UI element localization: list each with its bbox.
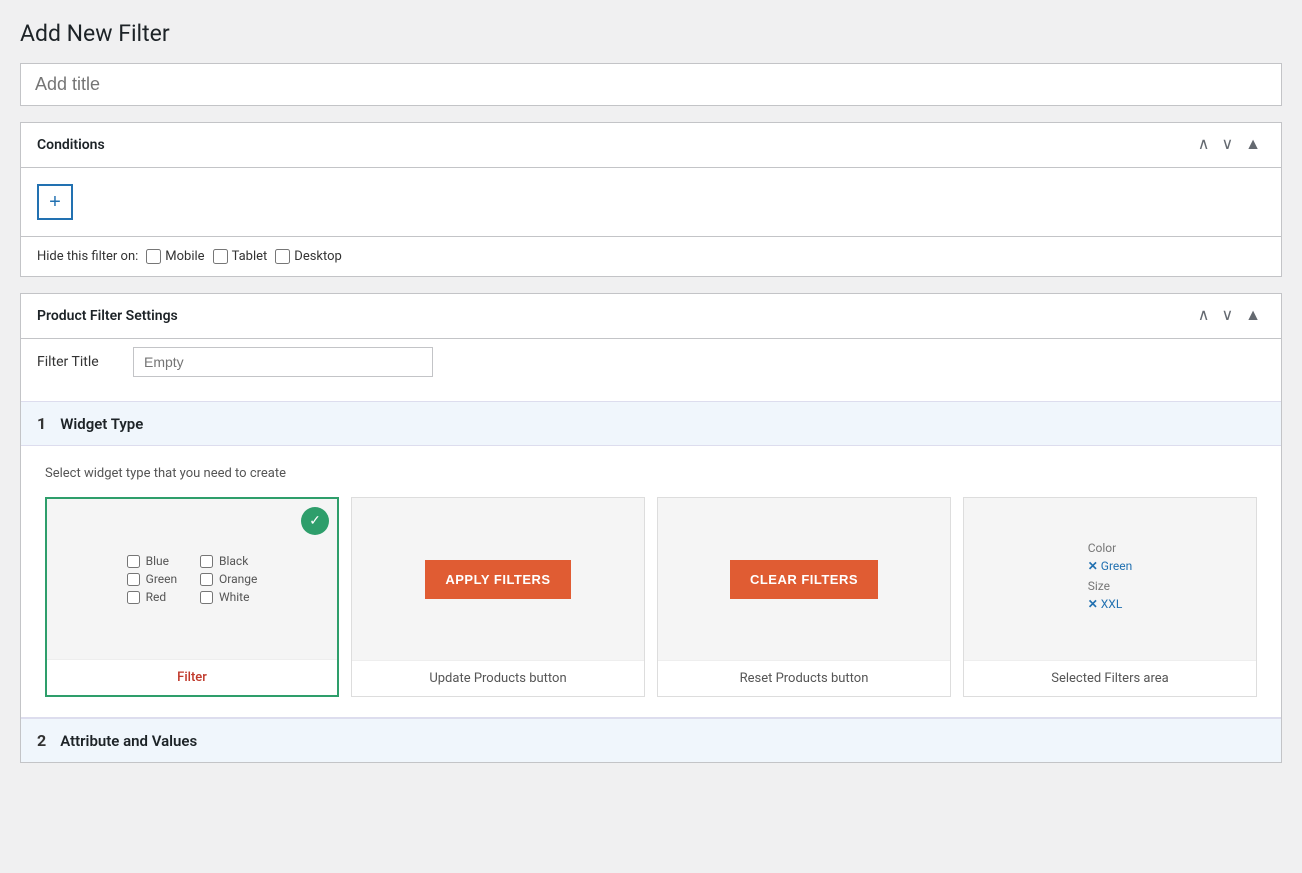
tablet-checkbox-label[interactable]: Tablet [213,249,268,264]
widget-type-number: 1 [37,414,46,433]
filter-item-blue: Blue [127,554,184,568]
conditions-collapse-triangle[interactable]: ▲ [1241,135,1265,155]
selected-filters-preview: Color ✕ Green Size ✕ XXL [964,498,1256,660]
page-title: Add New Filter [20,20,1282,47]
selected-filters-content: Color ✕ Green Size ✕ XXL [1088,541,1133,617]
product-filter-controls: ∧ ∨ ▲ [1194,306,1265,326]
product-filter-collapse-up[interactable]: ∧ [1194,306,1214,326]
filter-card-label: Filter [47,659,337,695]
filter-item-black: Black [200,554,257,568]
conditions-collapse-up[interactable]: ∧ [1194,135,1214,155]
hide-filter-label: Hide this filter on: [37,249,138,264]
selected-checkmark: ✓ [301,507,329,535]
product-filter-collapse-triangle[interactable]: ▲ [1241,306,1265,326]
preview-label-black: Black [219,554,248,568]
update-products-label: Update Products button [352,660,644,696]
mobile-checkbox[interactable] [146,249,161,264]
product-filter-section: Product Filter Settings ∧ ∨ ▲ Filter Tit… [20,293,1282,763]
widget-type-hint: Select widget type that you need to crea… [45,466,1257,481]
desktop-checkbox-label[interactable]: Desktop [275,249,342,264]
product-filter-header: Product Filter Settings ∧ ∨ ▲ [21,294,1281,339]
conditions-collapse-down[interactable]: ∨ [1217,135,1237,155]
mobile-checkbox-label[interactable]: Mobile [146,249,204,264]
widget-cards-grid: ✓ Blue Black [45,497,1257,697]
filter-item-orange: Orange [200,572,257,586]
conditions-header: Conditions ∧ ∨ ▲ [21,123,1281,168]
conditions-title: Conditions [37,137,105,153]
product-filter-title: Product Filter Settings [37,308,178,324]
xxl-tag-label: XXL [1101,597,1123,611]
selected-filters-label: Selected Filters area [964,660,1256,696]
preview-checkbox-white [200,591,213,604]
green-x-icon: ✕ [1088,559,1098,573]
clear-filters-preview-btn: CLEAR FILTERS [730,560,878,599]
tablet-checkbox[interactable] [213,249,228,264]
mobile-label: Mobile [165,249,204,264]
xxl-tag: ✕ XXL [1088,597,1133,611]
reset-products-preview: CLEAR FILTERS [658,498,950,660]
attribute-section-number: 2 [37,731,46,750]
conditions-controls: ∧ ∨ ▲ [1194,135,1265,155]
preview-label-white: White [219,590,249,604]
filter-title-input[interactable] [133,347,433,377]
desktop-checkbox[interactable] [275,249,290,264]
filter-card-preview: Blue Black Green [47,499,337,659]
add-title-input[interactable] [20,63,1282,106]
reset-products-label: Reset Products button [658,660,950,696]
hide-filter-row: Hide this filter on: Mobile Tablet Deskt… [21,236,1281,276]
widget-card-update-products[interactable]: APPLY FILTERS Update Products button [351,497,645,697]
product-filter-collapse-down[interactable]: ∨ [1217,306,1237,326]
conditions-section: Conditions ∧ ∨ ▲ + Hide this filter on: … [20,122,1282,277]
green-tag-label: Green [1101,559,1132,573]
preview-checkbox-blue [127,555,140,568]
widget-card-filter[interactable]: ✓ Blue Black [45,497,339,697]
size-group-label: Size [1088,579,1133,593]
update-products-preview: APPLY FILTERS [352,498,644,660]
widget-card-reset-products[interactable]: CLEAR FILTERS Reset Products button [657,497,951,697]
widget-type-title: Widget Type [60,415,143,433]
apply-filters-preview-btn: APPLY FILTERS [425,560,570,599]
add-condition-button[interactable]: + [37,184,73,220]
widget-type-header: 1 Widget Type [21,401,1281,446]
preview-checkbox-orange [200,573,213,586]
conditions-body: + [21,168,1281,236]
attribute-section-title: Attribute and Values [60,732,197,750]
widget-card-selected-filters[interactable]: Color ✕ Green Size ✕ XXL Sel [963,497,1257,697]
attribute-section-header: 2 Attribute and Values [21,717,1281,762]
color-group-label: Color [1088,541,1133,555]
filter-title-row: Filter Title [21,339,1281,385]
filter-item-green: Green [127,572,184,586]
preview-label-red: Red [146,590,167,604]
preview-checkbox-black [200,555,213,568]
filter-item-red: Red [127,590,184,604]
desktop-label: Desktop [294,249,342,264]
preview-checkbox-green [127,573,140,586]
preview-label-green: Green [146,572,177,586]
preview-label-orange: Orange [219,572,257,586]
widget-type-body: Select widget type that you need to crea… [21,446,1281,717]
filter-preview-grid: Blue Black Green [127,554,258,604]
tablet-label: Tablet [232,249,268,264]
filter-item-white: White [200,590,257,604]
xxl-x-icon: ✕ [1088,597,1098,611]
preview-label-blue: Blue [146,554,169,568]
green-tag: ✕ Green [1088,559,1133,573]
preview-checkbox-red [127,591,140,604]
filter-title-label: Filter Title [37,354,117,370]
